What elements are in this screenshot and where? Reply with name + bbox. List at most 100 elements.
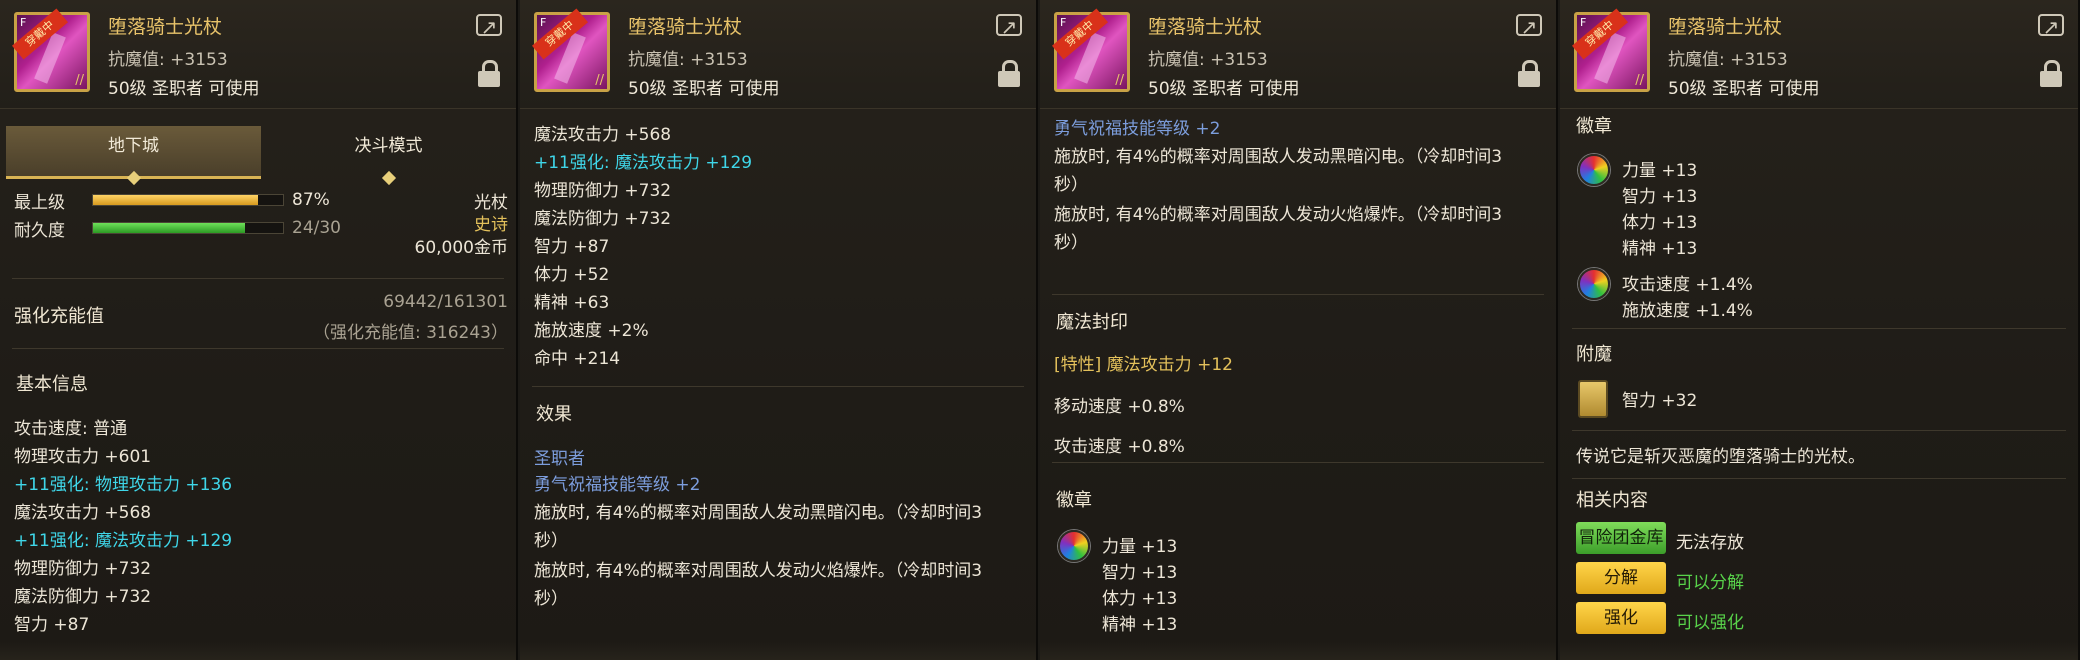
emblem-orb-icon bbox=[1578, 154, 1610, 186]
stat-line: 体力 +52 bbox=[534, 265, 610, 285]
durability-bar-fill bbox=[93, 223, 245, 233]
disassemble-status: 可以分解 bbox=[1676, 573, 1744, 593]
item-rarity: 史诗 bbox=[474, 215, 508, 235]
durability-label: 耐久度 bbox=[14, 221, 65, 241]
seal-heading: 魔法封印 bbox=[1056, 312, 1128, 333]
divider bbox=[1572, 478, 2066, 479]
item-requirement: 50级 圣职者 可使用 bbox=[628, 79, 780, 99]
tab-duel-label: 决斗模式 bbox=[354, 136, 423, 156]
divider bbox=[1572, 328, 2066, 329]
emblem-heading: 徽章 bbox=[1576, 116, 1612, 137]
divider bbox=[1052, 294, 1544, 295]
effect-line: 施放时, 有4%的概率对周围敌人发动黑暗闪电。（冷却时间3 bbox=[534, 503, 983, 523]
flavor-text: 传说它是斩灭恶魔的堕落骑士的光杖。 bbox=[1576, 447, 1865, 467]
tooltip-panel-1: F 穿戴中 // 堕落骑士光杖 抗魔值: +3153 50级 圣职者 可使用 ↗… bbox=[0, 0, 518, 660]
tab-duel[interactable]: 决斗模式 bbox=[261, 126, 516, 186]
item-level-tag: F bbox=[1060, 16, 1067, 29]
reinforce-button[interactable]: 强化 bbox=[1576, 602, 1666, 634]
tab-dungeon[interactable]: 地下城 bbox=[6, 126, 261, 186]
item-level-tag: F bbox=[1580, 16, 1587, 29]
vault-status: 无法存放 bbox=[1676, 533, 1744, 553]
item-icon: F 穿戴中 // bbox=[11, 8, 90, 92]
tooltip-panel-4: F 穿戴中 // 堕落骑士光杖 抗魔值: +3153 50级 圣职者 可使用 ↗… bbox=[1560, 0, 2080, 660]
emblem-stat: 施放速度 +1.4% bbox=[1622, 301, 1753, 321]
item-name: 堕落骑士光杖 bbox=[108, 16, 223, 38]
lock-icon[interactable] bbox=[998, 60, 1020, 88]
grade-label: 最上级 bbox=[14, 193, 65, 213]
adventure-vault-button[interactable]: 冒险团金库 bbox=[1576, 522, 1666, 554]
divider bbox=[12, 348, 504, 349]
reinforce-charge-sub: （强化充能值: 316243） bbox=[312, 323, 508, 343]
share-icon[interactable]: ↗ bbox=[996, 14, 1022, 38]
stat-line: +11强化: 物理攻击力 +136 bbox=[14, 475, 233, 495]
effect-line: 施放时, 有4%的概率对周围敌人发动火焰爆炸。（冷却时间3 bbox=[534, 561, 983, 581]
reinforce-charge-value: 69442/161301 bbox=[383, 292, 508, 312]
divider bbox=[1052, 462, 1544, 463]
divider bbox=[1572, 430, 2066, 431]
share-icon[interactable]: ↗ bbox=[2038, 14, 2064, 38]
stat-line: 物理攻击力 +601 bbox=[14, 447, 152, 467]
class-name: 圣职者 bbox=[534, 449, 585, 469]
emblem-heading: 徽章 bbox=[1056, 490, 1092, 511]
item-stat-line: 抗魔值: +3153 bbox=[1148, 50, 1268, 70]
stat-line: 命中 +214 bbox=[534, 349, 621, 369]
stat-line: 智力 +87 bbox=[14, 615, 90, 635]
emblem-stat: 体力 +13 bbox=[1622, 213, 1698, 233]
effect-line: 秒） bbox=[534, 531, 568, 551]
item-name: 堕落骑士光杖 bbox=[1148, 16, 1263, 38]
stat-line: 魔法防御力 +732 bbox=[14, 587, 152, 607]
effect-line: 施放时, 有4%的概率对周围敌人发动黑暗闪电。（冷却时间3 bbox=[1054, 147, 1503, 167]
item-stat-line: 抗魔值: +3153 bbox=[628, 50, 748, 70]
effect-line: 施放时, 有4%的概率对周围敌人发动火焰爆炸。（冷却时间3 bbox=[1054, 205, 1503, 225]
effect-line: 秒） bbox=[1054, 233, 1088, 253]
item-requirement: 50级 圣职者 可使用 bbox=[108, 79, 260, 99]
stat-line: 魔法防御力 +732 bbox=[534, 209, 672, 229]
stat-line: 物理防御力 +732 bbox=[534, 181, 672, 201]
reinforce-charge-label: 强化充能值 bbox=[14, 306, 104, 327]
grade-bar-fill bbox=[93, 195, 259, 205]
tooltip-panel-3: F 穿戴中 // 堕落骑士光杖 抗魔值: +3153 50级 圣职者 可使用 ↗… bbox=[1040, 0, 1558, 660]
item-requirement: 50级 圣职者 可使用 bbox=[1148, 79, 1300, 99]
lock-icon[interactable] bbox=[478, 60, 500, 88]
item-icon-mark: // bbox=[75, 73, 84, 88]
item-name: 堕落骑士光杖 bbox=[628, 16, 743, 38]
stat-line: 物理防御力 +732 bbox=[14, 559, 152, 579]
emblem-stat: 精神 +13 bbox=[1102, 615, 1178, 635]
tooltip-panel-2: F 穿戴中 // 堕落骑士光杖 抗魔值: +3153 50级 圣职者 可使用 ↗… bbox=[520, 0, 1038, 660]
enchant-stat: 智力 +32 bbox=[1622, 391, 1698, 411]
emblem-stat: 智力 +13 bbox=[1102, 563, 1178, 583]
stat-line: 施放速度 +2% bbox=[534, 321, 649, 341]
durability-bar bbox=[92, 222, 284, 234]
item-name: 堕落骑士光杖 bbox=[1668, 16, 1783, 38]
item-requirement: 50级 圣职者 可使用 bbox=[1668, 79, 1820, 99]
emblem-stat: 力量 +13 bbox=[1102, 537, 1178, 557]
stat-line: 攻击速度: 普通 bbox=[14, 419, 128, 439]
seal-trait: [特性] 魔法攻击力 +12 bbox=[1054, 355, 1233, 375]
item-level-tag: F bbox=[20, 16, 27, 29]
enchant-card-icon bbox=[1578, 380, 1608, 418]
item-icon: F 穿戴中 // bbox=[1571, 8, 1650, 92]
item-icon-mark: // bbox=[595, 73, 604, 88]
item-stat-line: 抗魔值: +3153 bbox=[1668, 50, 1788, 70]
divider bbox=[532, 386, 1024, 387]
divider bbox=[12, 278, 504, 279]
lock-icon[interactable] bbox=[1518, 60, 1540, 88]
emblem-stat: 力量 +13 bbox=[1622, 161, 1698, 181]
item-stat-line: 抗魔值: +3153 bbox=[108, 50, 228, 70]
effect-line: 秒） bbox=[534, 589, 568, 609]
item-level-tag: F bbox=[540, 16, 547, 29]
emblem-stat: 智力 +13 bbox=[1622, 187, 1698, 207]
lock-icon[interactable] bbox=[2040, 60, 2062, 88]
emblem-stat: 体力 +13 bbox=[1102, 589, 1178, 609]
item-icon: F 穿戴中 // bbox=[1051, 8, 1130, 92]
disassemble-button[interactable]: 分解 bbox=[1576, 562, 1666, 594]
share-icon[interactable]: ↗ bbox=[1516, 14, 1542, 38]
emblem-orb-icon bbox=[1578, 268, 1610, 300]
stat-line: +11强化: 魔法攻击力 +129 bbox=[534, 153, 753, 173]
item-icon-mark: // bbox=[1635, 73, 1644, 88]
stat-line: 魔法攻击力 +568 bbox=[14, 503, 152, 523]
share-icon[interactable]: ↗ bbox=[476, 14, 502, 38]
item-icon-mark: // bbox=[1115, 73, 1124, 88]
related-heading: 相关内容 bbox=[1576, 490, 1648, 511]
emblem-stat: 攻击速度 +1.4% bbox=[1622, 275, 1753, 295]
